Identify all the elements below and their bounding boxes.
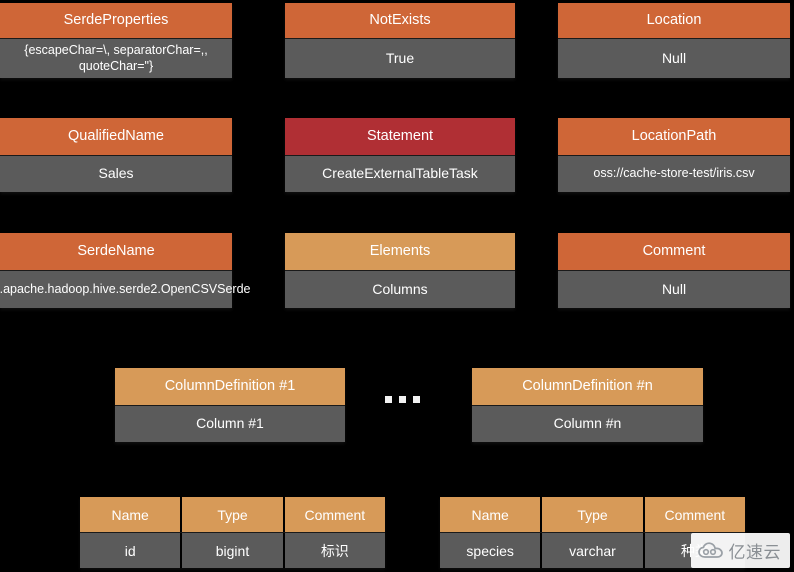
node-header: ColumnDefinition #n bbox=[472, 368, 703, 405]
cell-comment: 标识 bbox=[282, 533, 385, 568]
node-header: SerdeProperties bbox=[0, 3, 232, 38]
node-body: Sales bbox=[0, 155, 232, 192]
node-body: Column #1 bbox=[115, 405, 345, 442]
node-serde-name[interactable]: SerdeName org.apache.hadoop.hive.serde2.… bbox=[0, 233, 250, 308]
column-header-type: Type bbox=[540, 497, 643, 532]
node-body: Null bbox=[558, 38, 790, 78]
cell-type: varchar bbox=[540, 533, 643, 568]
column-table-1[interactable]: Name Type Comment id bigint 标识 bbox=[80, 497, 385, 568]
column-header-comment: Comment bbox=[642, 497, 745, 532]
node-comment[interactable]: Comment Null bbox=[558, 233, 790, 308]
cell-name: species bbox=[440, 533, 541, 568]
node-qualified-name[interactable]: QualifiedName Sales bbox=[0, 118, 232, 192]
node-body: True bbox=[285, 38, 515, 78]
column-header-type: Type bbox=[180, 497, 283, 532]
cloud-icon bbox=[697, 541, 723, 558]
node-serde-properties[interactable]: SerdeProperties {escapeChar=\, separator… bbox=[0, 3, 232, 78]
column-header-comment: Comment bbox=[282, 497, 385, 532]
node-body: oss://cache-store-test/iris.csv bbox=[558, 155, 790, 192]
watermark-text: 亿速云 bbox=[728, 543, 781, 563]
node-body: CreateExternalTableTask bbox=[285, 155, 515, 192]
node-header: Comment bbox=[558, 233, 790, 270]
node-body: Columns bbox=[285, 270, 515, 308]
node-header: ColumnDefinition #1 bbox=[115, 368, 345, 405]
node-body: Null bbox=[558, 270, 790, 308]
node-elements[interactable]: Elements Columns bbox=[285, 233, 515, 308]
node-header: NotExists bbox=[285, 3, 515, 38]
node-header: Location bbox=[558, 3, 790, 38]
node-header: Statement bbox=[285, 118, 515, 155]
ellipsis-dot bbox=[399, 396, 406, 403]
node-not-exists[interactable]: NotExists True bbox=[285, 3, 515, 78]
table-header-row: Name Type Comment bbox=[80, 497, 385, 532]
node-body: Column #n bbox=[472, 405, 703, 442]
ellipsis-dot bbox=[385, 396, 392, 403]
ellipsis-dot bbox=[413, 396, 420, 403]
cell-type: bigint bbox=[180, 533, 283, 568]
node-body: {escapeChar=\, separatorChar=,, quoteCha… bbox=[0, 38, 232, 78]
cell-name: id bbox=[80, 533, 181, 568]
node-column-definition-n[interactable]: ColumnDefinition #n Column #n bbox=[472, 368, 703, 442]
node-header: LocationPath bbox=[558, 118, 790, 155]
node-header: SerdeName bbox=[0, 233, 232, 270]
column-header-name: Name bbox=[80, 497, 181, 532]
diagram-canvas: SerdeProperties {escapeChar=\, separator… bbox=[0, 0, 794, 572]
node-location-path[interactable]: LocationPath oss://cache-store-test/iris… bbox=[558, 118, 790, 192]
node-header: Elements bbox=[285, 233, 515, 270]
table-header-row: Name Type Comment bbox=[440, 497, 745, 532]
column-header-name: Name bbox=[440, 497, 541, 532]
node-location[interactable]: Location Null bbox=[558, 3, 790, 78]
node-column-definition-1[interactable]: ColumnDefinition #1 Column #1 bbox=[115, 368, 345, 442]
node-body: org.apache.hadoop.hive.serde2.OpenCSVSer… bbox=[0, 270, 250, 308]
node-header: QualifiedName bbox=[0, 118, 232, 155]
watermark: 亿速云 bbox=[690, 533, 790, 568]
ellipsis-indicator bbox=[385, 396, 420, 403]
node-statement[interactable]: Statement CreateExternalTableTask bbox=[285, 118, 515, 192]
table-row[interactable]: id bigint 标识 bbox=[80, 532, 385, 568]
